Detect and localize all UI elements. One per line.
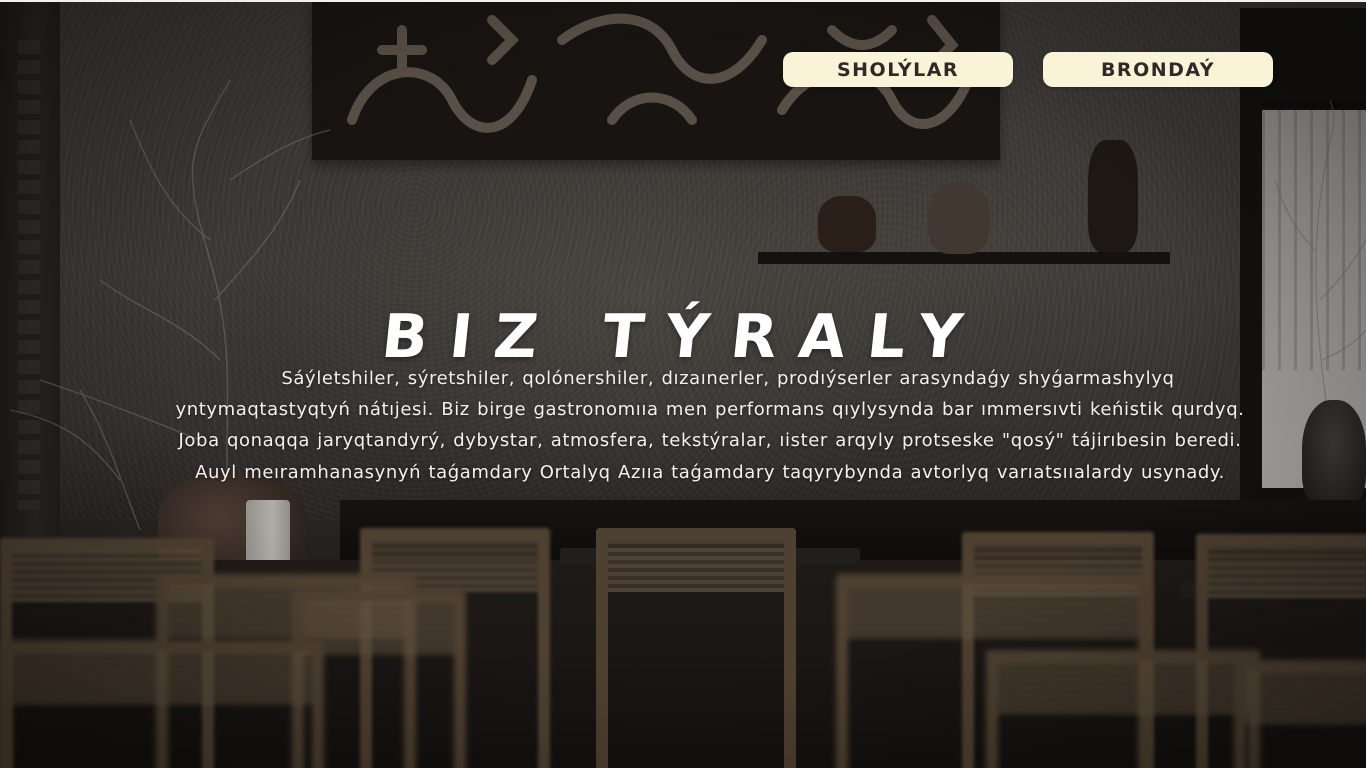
booking-button[interactable]: BRONDAÝ <box>1043 52 1273 87</box>
menu-button[interactable]: SHOLÝLAR <box>783 52 1013 87</box>
page-title: BIZ TÝRALY <box>378 302 988 373</box>
about-description: Sáýletshiler, sýretshiler, qolónershiler… <box>175 368 1245 483</box>
top-border <box>0 0 1366 2</box>
about-page: SHOLÝLAR BRONDAÝ BIZ TÝRALY Sáýletshiler… <box>0 0 1366 768</box>
